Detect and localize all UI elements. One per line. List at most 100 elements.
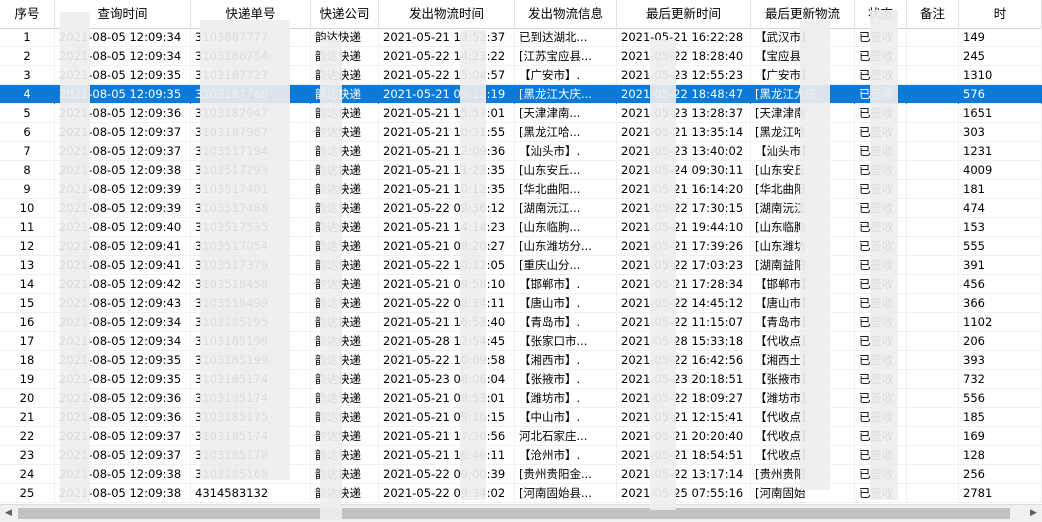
table-cell: 20 [0,389,55,408]
table-cell: 2021-08-05 12:09:39 [55,199,191,218]
table-cell: 393 [959,351,1042,370]
column-header-7[interactable]: 最后更新物流 [751,0,855,28]
table-cell: 韵达快递 [311,351,379,370]
table-row[interactable]: 10 2021-08-05 12:09:39 3103517488 韵达快递 2021-… [0,199,1042,218]
table-cell: 已签收 [855,389,907,408]
table-cell: 8 [0,161,55,180]
scroll-thumb[interactable] [18,508,1010,519]
table-row[interactable]: 1 2021-08-05 12:09:34 3103887777 韵达快递 2021-0… [0,28,1042,47]
table-cell: 韵达快递 [311,66,379,85]
table-row[interactable]: 21 2021-08-05 12:09:36 3103185175 韵达快递 2021-… [0,408,1042,427]
scroll-right-arrow-icon[interactable]: ▶ [1025,505,1042,522]
table-cell: 2021-05-22 17:03:23 [617,256,751,275]
table-cell: 【湘西土】 [751,351,855,370]
table-cell: 366 [959,294,1042,313]
table-cell [907,408,959,427]
table-cell: [重庆山分... [515,256,617,275]
column-header-2[interactable]: 快递单号 [191,0,311,28]
table-row[interactable]: 15 2021-08-05 12:09:43 3103518499 韵达快递 2021-… [0,294,1042,313]
table-cell: 2021-05-22 08:34:11 [379,294,515,313]
table-cell [907,180,959,199]
table-row[interactable]: 13 2021-08-05 12:09:41 3103517379 韵达快递 2021-… [0,256,1042,275]
table-row[interactable]: 25 2021-08-05 12:09:38 4314583132 韵达快递 2021-… [0,484,1042,503]
table-cell: [湖南益阳 [751,256,855,275]
table-cell [907,218,959,237]
table-cell: 2021-08-05 12:09:38 [55,484,191,503]
table-cell: 169 [959,427,1042,446]
table-row[interactable]: 4 2021-08-05 12:09:35 3103187768 韵达快递 2021-0… [0,85,1042,104]
column-header-9[interactable]: 备注 [907,0,959,28]
table-row[interactable]: 16 2021-08-05 12:09:34 3103185195 韵达快递 2021-… [0,313,1042,332]
table-cell [907,389,959,408]
table-cell: 2021-05-23 12:55:23 [617,66,751,85]
table-row[interactable]: 22 2021-08-05 12:09:37 3103185174 韵达快递 2021-… [0,427,1042,446]
table-cell [907,28,959,47]
table-row[interactable]: 3 2021-08-05 12:09:35 3103187727 韵达快递 2021-0… [0,66,1042,85]
table-cell: 2021-05-21 10:12:35 [379,180,515,199]
table-cell: 【代收点】 [751,427,855,446]
table-cell: 2021-05-22 18:48:47 [617,85,751,104]
table-row[interactable]: 11 2021-08-05 12:09:40 3103517535 韵达快递 2021-… [0,218,1042,237]
table-cell: 24 [0,465,55,484]
table-cell: 2781 [959,484,1042,503]
table-cell: 2021-05-21 12:09:36 [379,142,515,161]
table-cell: [天津津南 [751,104,855,123]
table-row[interactable]: 20 2021-08-05 12:09:36 3103185174 韵达快递 2021-… [0,389,1042,408]
table-cell: 3103185199 [191,351,311,370]
table-cell: 6 [0,123,55,142]
table-cell: 391 [959,256,1042,275]
column-header-0[interactable]: 序号 [0,0,55,28]
table-cell: 2021-05-22 11:15:07 [617,313,751,332]
table-cell: 2021-05-28 12:54:45 [379,332,515,351]
table-row[interactable]: 12 2021-08-05 12:09:41 3103517054 韵达快递 2021-… [0,237,1042,256]
table-row[interactable]: 9 2021-08-05 12:09:39 3103517401 韵达快递 2021-0… [0,180,1042,199]
table-cell: 2021-05-22 14:45:12 [617,294,751,313]
horizontal-scrollbar[interactable]: ◀ ▶ [0,504,1042,522]
table-row[interactable]: 8 2021-08-05 12:09:38 3103517293 韵达快递 2021-0… [0,161,1042,180]
table-cell: 【张掖市】. [515,370,617,389]
table-cell: 2021-05-22 18:28:40 [617,47,751,66]
table-cell: 2021-05-21 08:53:01 [379,389,515,408]
table-cell: 2021-05-21 08:20:27 [379,237,515,256]
column-header-1[interactable]: 查询时间 [55,0,191,28]
table-cell: 2021-05-24 09:30:11 [617,161,751,180]
table-cell: 韵达快递 [311,180,379,199]
table-row[interactable]: 6 2021-08-05 12:09:37 3103187987 韵达快递 2021-0… [0,123,1042,142]
table-cell: 2021-05-22 13:17:14 [617,465,751,484]
table-cell: 已签收 [855,123,907,142]
column-header-5[interactable]: 发出物流信息 [515,0,617,28]
table-cell: 3103185175 [191,408,311,427]
table-cell: 2021-05-21 17:30:56 [379,427,515,446]
table-row[interactable]: 17 2021-08-05 12:09:34 3103185199 韵达快递 2021-… [0,332,1042,351]
scroll-left-arrow-icon[interactable]: ◀ [0,505,17,522]
column-header-4[interactable]: 发出物流时间 [379,0,515,28]
table-row[interactable]: 2 2021-08-05 12:09:34 3103186754 韵达快递 2021-0… [0,47,1042,66]
table-row[interactable]: 19 2021-08-05 12:09:35 3103185174 韵达快递 2021-… [0,370,1042,389]
table-cell: 已签收 [855,142,907,161]
table-row[interactable]: 14 2021-08-05 12:09:42 3103518458 韵达快递 2021-… [0,275,1042,294]
table-cell: 1102 [959,313,1042,332]
column-header-10[interactable]: 时 [959,0,1042,28]
table-cell: 已签收 [855,218,907,237]
table-cell: 已签收 [855,85,907,104]
table-cell: 2021-05-21 12:15:41 [617,408,751,427]
table-row[interactable]: 5 2021-08-05 12:09:36 3103187947 韵达快递 2021-0… [0,104,1042,123]
table-cell: 3103518499 [191,294,311,313]
table-cell: 3103517379 [191,256,311,275]
table-cell: [山东临朐 [751,218,855,237]
column-header-8[interactable]: 状态 [855,0,907,28]
table-cell [907,370,959,389]
table-cell: 【宝应县 [751,47,855,66]
table-row[interactable]: 24 2021-08-05 12:09:38 3103185168 韵达快递 2021-… [0,465,1042,484]
table-cell: 2021-05-21 15:57:01 [379,104,515,123]
table-cell: 3103185174 [191,389,311,408]
table-row[interactable]: 23 2021-08-05 12:09:37 3103185178 韵达快递 2021-… [0,446,1042,465]
table-row[interactable]: 18 2021-08-05 12:09:35 3103185199 韵达快递 2021-… [0,351,1042,370]
table-cell: 185 [959,408,1042,427]
column-header-3[interactable]: 快递公司 [311,0,379,28]
table-cell: [华北曲阳 [751,180,855,199]
table-cell: 2021-05-28 15:33:18 [617,332,751,351]
column-header-6[interactable]: 最后更新时间 [617,0,751,28]
table-row[interactable]: 7 2021-08-05 12:09:37 3103517194 韵达快递 2021-0… [0,142,1042,161]
table-cell: 3103187947 [191,104,311,123]
